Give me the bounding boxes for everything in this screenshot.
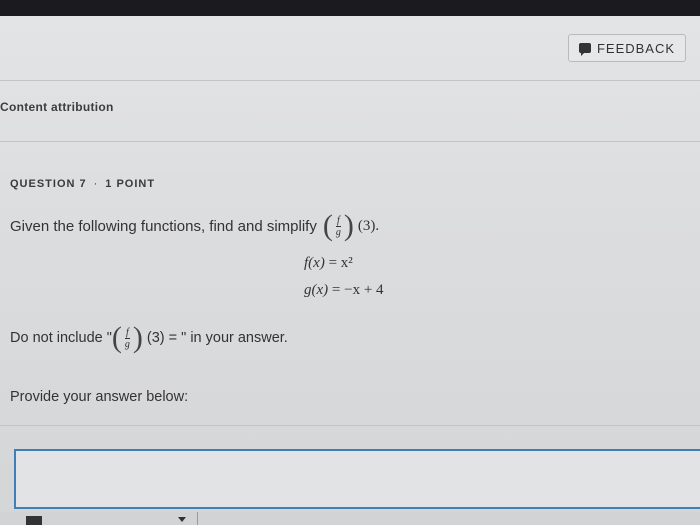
note-prefix: Do not include " — [10, 330, 112, 346]
note-numerator: f — [125, 326, 130, 339]
feedback-button[interactable]: FEEDBACK — [568, 34, 686, 62]
function-definitions: f(x) = x² g(x) = −x + 4 — [304, 250, 384, 304]
prompt-numerator: f — [335, 214, 341, 227]
separator-dot: · — [93, 178, 99, 190]
prompt-text: Given the following functions, find and … — [10, 217, 317, 235]
equation-g: g(x) = −x + 4 — [304, 277, 384, 304]
divider — [0, 141, 700, 142]
prompt-denominator: g — [335, 226, 341, 238]
divider — [0, 80, 700, 81]
chevron-down-icon[interactable] — [178, 517, 186, 522]
equation-g-rhs: = −x + 4 — [331, 282, 384, 298]
equation-f-lhs: f(x) — [304, 255, 325, 271]
top-bar — [0, 0, 700, 16]
answer-input[interactable] — [14, 449, 700, 509]
toolbar-divider — [197, 512, 198, 525]
feedback-label: FEEDBACK — [596, 40, 676, 56]
keyboard-icon[interactable] — [26, 516, 42, 525]
equation-f-rhs: = x² — [328, 255, 353, 271]
note-fraction: ( f g ) — [111, 321, 143, 354]
prompt-argument: (3). — [357, 217, 380, 234]
note-suffix: (3) = " in your answer. — [146, 330, 288, 346]
feedback-icon — [578, 43, 591, 56]
divider — [0, 425, 700, 426]
prompt-fraction: ( f g ) — [322, 209, 354, 242]
instruction-note: Do not include " ( f g ) (3) = " in your… — [10, 323, 288, 353]
question-prompt: Given the following functions, find and … — [10, 211, 379, 241]
question-header: QUESTION 7 · 1 POINT — [10, 178, 155, 190]
question-points: 1 POINT — [105, 178, 156, 190]
provide-answer-label: Provide your answer below: — [10, 389, 189, 405]
note-denominator: g — [124, 338, 130, 350]
equation-f: f(x) = x² — [304, 250, 384, 277]
equation-g-lhs: g(x) — [304, 282, 329, 298]
content-attribution-link[interactable]: Content attribution — [0, 100, 114, 114]
editor-toolbar — [0, 512, 700, 525]
question-number: QUESTION 7 — [10, 178, 87, 190]
